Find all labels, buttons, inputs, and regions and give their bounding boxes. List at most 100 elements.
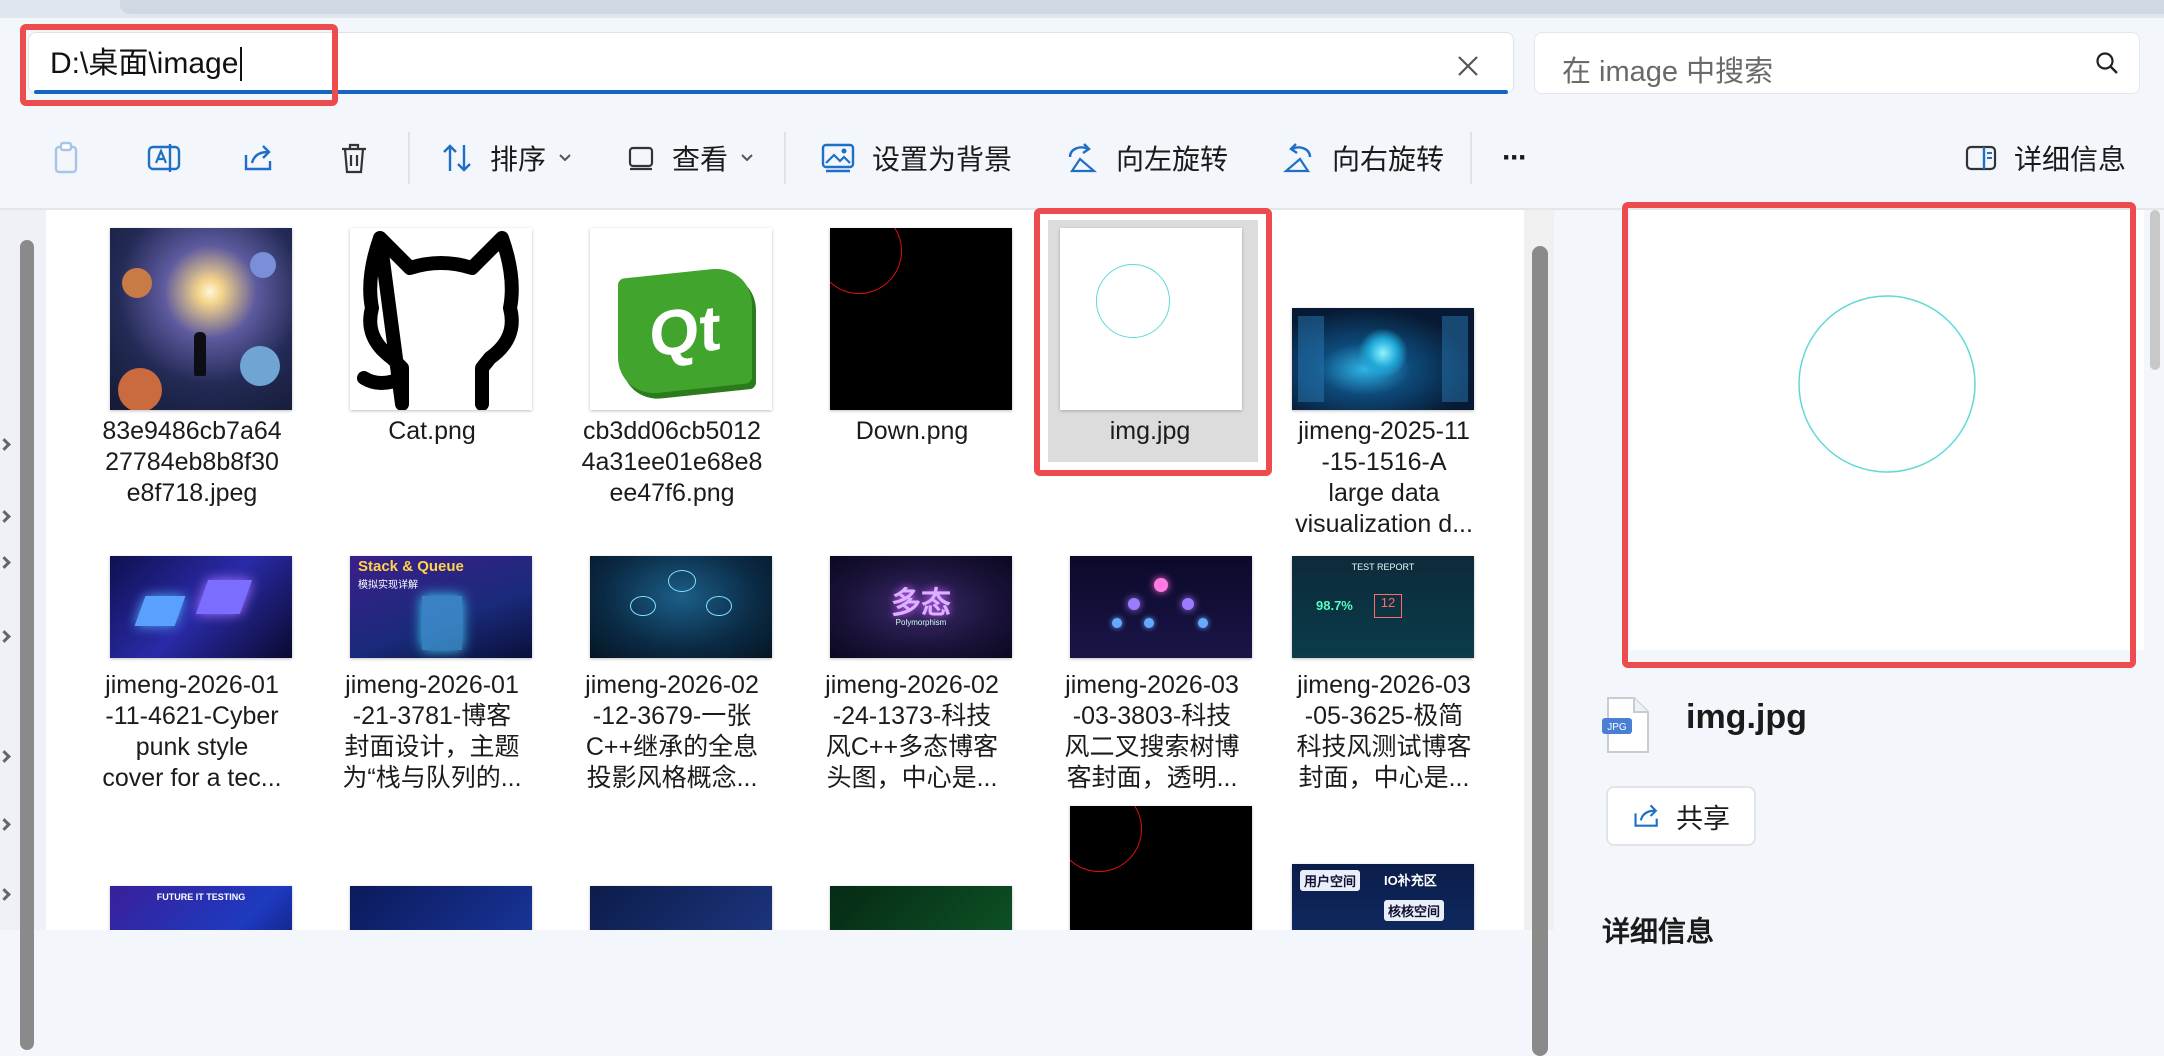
file-item[interactable]: Down.png bbox=[802, 210, 1022, 520]
detail-file-name: img.jpg bbox=[1686, 698, 1807, 736]
file-name: jimeng-2026-01 -11-4621-Cyber punk style co… bbox=[102, 671, 282, 792]
share-button[interactable]: 共享 bbox=[1606, 786, 1756, 846]
file-item[interactable]: jimeng-2025-11 -15-1516-A large data visual… bbox=[1282, 210, 1502, 540]
file-name: jimeng-2026-02 -12-3679-一张 C++继承的全息 投影风格概念.… bbox=[585, 671, 759, 792]
delete-button[interactable] bbox=[338, 108, 370, 208]
expand-chevron-icon[interactable] bbox=[0, 818, 11, 831]
toolbar-separator bbox=[1470, 132, 1472, 184]
thumb-value: 98.7% bbox=[1316, 598, 1353, 613]
file-name: 83e9486cb7a64 27784eb8b8f30 e8f718.jpeg bbox=[102, 417, 282, 507]
rename-button[interactable] bbox=[146, 108, 182, 208]
file-item[interactable] bbox=[802, 882, 1022, 930]
share-icon bbox=[1634, 804, 1658, 827]
nav-scrollbar-thumb[interactable] bbox=[20, 240, 34, 1050]
rotate-right-label: 向右旋转 bbox=[1332, 144, 1445, 175]
file-name: jimeng-2026-03 -05-3625-极简 科技风测试博客 封面，中心是..… bbox=[1296, 671, 1472, 792]
expand-chevron-icon[interactable] bbox=[0, 750, 11, 763]
file-thumbnail bbox=[830, 228, 1012, 410]
file-name: jimeng-2026-03 -03-3803-科技 风二叉搜索树博 客封面，透明..… bbox=[1064, 671, 1240, 792]
details-scrollbar[interactable] bbox=[2144, 210, 2164, 930]
file-thumbnail bbox=[1060, 228, 1242, 410]
thumb-title: 多态 bbox=[891, 587, 951, 620]
view-label: 查看 bbox=[672, 144, 729, 175]
content-scrollbar-thumb[interactable] bbox=[1532, 246, 1548, 1056]
jpg-file-icon: JPG bbox=[1602, 696, 1652, 759]
details-scrollbar-thumb[interactable] bbox=[2150, 210, 2160, 370]
file-thumbnail: TEST REPORT 98.7% 12 bbox=[1292, 556, 1474, 658]
thumb-subtitle: Polymorphism bbox=[895, 618, 947, 627]
expand-chevron-icon[interactable] bbox=[0, 888, 11, 901]
rotate-right-button[interactable]: 向右旋转 bbox=[1280, 108, 1444, 208]
file-item[interactable] bbox=[1042, 806, 1262, 930]
view-button[interactable]: 查看 bbox=[626, 108, 754, 208]
close-icon bbox=[1458, 56, 1478, 76]
thumb-title: FUTURE IT TESTING bbox=[156, 892, 246, 902]
rotate-left-button[interactable]: 向左旋转 bbox=[1064, 108, 1228, 208]
window-top-strip bbox=[0, 0, 2164, 18]
clipboard-icon bbox=[54, 141, 78, 174]
file-name: img.jpg bbox=[1109, 417, 1191, 445]
file-item[interactable]: 多态 Polymorphism jimeng-2026-02 -24-1373-科… bbox=[802, 556, 1022, 836]
address-path-text[interactable]: D:\桌面\image bbox=[50, 47, 243, 81]
file-thumbnail bbox=[1070, 806, 1252, 930]
file-type-badge: JPG bbox=[1607, 722, 1627, 733]
clear-address-button[interactable] bbox=[1450, 48, 1486, 84]
file-item[interactable]: FUTURE IT TESTING bbox=[82, 882, 302, 930]
file-thumbnail bbox=[590, 886, 772, 930]
thumb-title: TEST REPORT bbox=[1351, 562, 1415, 572]
file-grid: 83e9486cb7a64 27784eb8b8f30 e8f718.jpeg Ca… bbox=[46, 210, 1524, 930]
expand-chevron-icon[interactable] bbox=[0, 630, 11, 643]
file-thumbnail: Stack & Queue 模拟实现详解 bbox=[350, 556, 532, 658]
file-name: jimeng-2026-02 -24-1373-科技 风C++多态博客 头图，中心是.… bbox=[825, 671, 999, 792]
content-scrollbar[interactable] bbox=[1524, 210, 1554, 1056]
tab-edge bbox=[120, 0, 2164, 14]
qt-logo: Qt bbox=[618, 264, 752, 398]
expand-chevron-icon[interactable] bbox=[0, 438, 11, 451]
thumb-label: IO补充区 bbox=[1384, 873, 1437, 888]
file-thumbnail bbox=[1070, 556, 1252, 658]
toolbar-separator bbox=[408, 132, 410, 184]
chevron-down-icon bbox=[559, 154, 571, 162]
pane-divider[interactable] bbox=[1554, 210, 1562, 930]
file-name: Down.png bbox=[855, 417, 969, 445]
rename-icon bbox=[147, 144, 181, 172]
address-path[interactable]: D:\桌面\image bbox=[50, 47, 238, 80]
file-item[interactable]: 83e9486cb7a64 27784eb8b8f30 e8f718.jpeg bbox=[82, 210, 302, 520]
set-background-button[interactable]: 设置为背景 bbox=[820, 108, 1012, 208]
rotate-left-icon bbox=[1068, 143, 1097, 173]
sort-button[interactable]: 排序 bbox=[440, 108, 572, 208]
file-item[interactable]: jimeng-2026-03 -03-3803-科技 风二叉搜索树博 客封面，透明..… bbox=[1042, 556, 1262, 836]
expand-chevron-icon[interactable] bbox=[0, 510, 11, 523]
more-options-button[interactable]: ··· bbox=[1502, 108, 1528, 208]
file-item-selected[interactable]: img.jpg bbox=[1042, 210, 1262, 520]
navigation-pane[interactable] bbox=[0, 210, 46, 1050]
file-name: Cat.png bbox=[388, 417, 476, 445]
file-item[interactable]: Stack & Queue 模拟实现详解 jimeng-2026-01 -21-3… bbox=[322, 556, 542, 836]
file-item[interactable]: 用户空间 IO补充区 核核空间 bbox=[1282, 864, 1502, 930]
expand-chevron-icon[interactable] bbox=[0, 556, 11, 569]
file-item[interactable]: Cat.png bbox=[322, 210, 542, 520]
file-thumbnail: 用户空间 IO补充区 核核空间 bbox=[1292, 864, 1474, 930]
thumb-label: 核核空间 bbox=[1384, 900, 1445, 921]
search-icon[interactable] bbox=[2094, 50, 2120, 76]
details-pane: JPG img.jpg 共享 详细信息 bbox=[1562, 210, 2164, 947]
share-toolbar-button[interactable] bbox=[242, 108, 276, 208]
file-item[interactable]: TEST REPORT 98.7% 12 jimeng-2026-03 -05-3… bbox=[1282, 556, 1502, 836]
paste-button[interactable] bbox=[50, 108, 84, 208]
file-item[interactable]: jimeng-2026-02 -12-3679-一张 C++继承的全息 投影风格概念.… bbox=[562, 556, 782, 836]
rotate-right-icon bbox=[1283, 143, 1312, 173]
trash-icon bbox=[342, 143, 366, 174]
cat-logo-icon bbox=[357, 231, 519, 410]
share-icon bbox=[244, 145, 272, 171]
search-input[interactable]: 在 image 中搜索 bbox=[1534, 32, 2140, 94]
file-item[interactable]: Qt cb3dd06cb5012 4a31ee01e68e8 ee47f6.png bbox=[562, 210, 782, 520]
file-item[interactable] bbox=[562, 882, 782, 930]
file-thumbnail bbox=[110, 556, 292, 658]
details-pane-button[interactable]: 详细信息 bbox=[1964, 108, 2126, 208]
address-bar[interactable]: D:\桌面\image bbox=[28, 32, 1514, 94]
file-item[interactable]: jimeng-2026-01 -11-4621-Cyber punk style co… bbox=[82, 556, 302, 836]
text-caret bbox=[240, 47, 243, 81]
chevron-down-icon bbox=[741, 154, 753, 162]
file-name: jimeng-2025-11 -15-1516-A large data visual… bbox=[1295, 417, 1473, 538]
file-item[interactable] bbox=[322, 882, 542, 930]
